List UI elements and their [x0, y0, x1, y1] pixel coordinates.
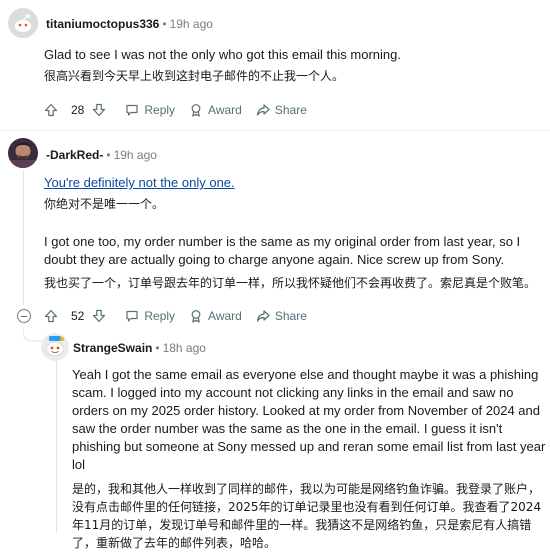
timestamp[interactable]: 19h ago	[170, 17, 213, 31]
share-label: Share	[274, 309, 307, 323]
share-icon	[256, 104, 270, 116]
thread-line[interactable]	[56, 360, 57, 532]
reply-label: Reply	[144, 309, 176, 323]
comment-translation: 是的，我和其他人一样收到了同样的邮件，我以为可能是网络钓鱼诈骗。我登录了账户，没…	[72, 482, 542, 550]
comment-body: Glad to see I was not the only who got t…	[44, 46, 534, 85]
comment-actions: 28 Reply Award Share	[44, 98, 321, 122]
downvote-icon	[93, 309, 106, 323]
award-button[interactable]: Award	[189, 309, 242, 323]
snoo-avatar-icon	[8, 8, 38, 38]
downvote-button[interactable]	[92, 103, 111, 117]
comment-body: Yeah I got the same email as everyone el…	[72, 366, 546, 552]
upvote-button[interactable]	[44, 309, 63, 323]
reply-label: Reply	[144, 103, 176, 117]
separator-dot: •	[155, 341, 160, 355]
reply-icon	[126, 104, 138, 116]
avatar[interactable]	[8, 8, 38, 38]
avatar[interactable]	[8, 138, 38, 168]
thread-branch-connector	[23, 321, 43, 342]
reply-button[interactable]: Reply	[125, 103, 175, 117]
comment-text: Glad to see I was not the only who got t…	[44, 47, 401, 62]
award-icon	[191, 104, 201, 117]
timestamp[interactable]: 19h ago	[114, 148, 157, 162]
username[interactable]: StrangeSwain	[73, 341, 152, 355]
share-icon	[256, 310, 270, 322]
downvote-button[interactable]	[92, 309, 111, 323]
thread-line[interactable]	[23, 170, 24, 305]
share-button[interactable]: Share	[256, 103, 307, 117]
timestamp[interactable]: 18h ago	[163, 341, 206, 355]
comment-text: Yeah I got the same email as everyone el…	[72, 367, 546, 472]
award-button[interactable]: Award	[189, 103, 242, 117]
share-label: Share	[274, 103, 307, 117]
comment-translation: 你绝对不是唯一一个。	[44, 197, 165, 211]
separator-dot: •	[106, 148, 111, 162]
comment-meta: -DarkRed- • 19h ago	[46, 148, 157, 162]
share-button[interactable]: Share	[256, 309, 307, 323]
comment-body: You're definitely not the only one. 你绝对不…	[44, 174, 539, 292]
upvote-icon	[44, 309, 58, 323]
quoted-link[interactable]: You're definitely not the only one.	[44, 174, 539, 192]
vote-count: 52	[71, 309, 85, 323]
award-label: Award	[208, 103, 242, 117]
comment-divider	[0, 130, 550, 131]
avatar[interactable]	[41, 333, 69, 361]
username[interactable]: titaniumoctopus336	[46, 17, 159, 31]
comment-translation: 很高兴看到今天早上收到这封电子邮件的不止我一个人。	[44, 69, 345, 83]
comment-actions: 52 Reply Award Share	[44, 304, 321, 328]
award-icon	[191, 310, 201, 323]
separator-dot: •	[162, 17, 167, 31]
snoo-avatar-icon	[41, 333, 69, 361]
comment-meta: titaniumoctopus336 • 19h ago	[46, 17, 213, 31]
username[interactable]: -DarkRed-	[46, 148, 103, 162]
vote-count: 28	[71, 103, 85, 117]
comment-text: I got one too, my order number is the sa…	[44, 234, 521, 267]
comment-translation: 我也买了一个，订单号跟去年的订单一样，所以我怀疑他们不会再收费了。索尼真是个败笔…	[44, 276, 537, 290]
user-photo-icon	[8, 138, 38, 168]
reply-icon	[126, 310, 138, 322]
reply-button[interactable]: Reply	[125, 309, 175, 323]
downvote-icon	[93, 103, 106, 117]
upvote-icon	[44, 103, 58, 117]
comment-meta: StrangeSwain • 18h ago	[73, 341, 206, 355]
upvote-button[interactable]	[44, 103, 63, 117]
award-label: Award	[208, 309, 242, 323]
